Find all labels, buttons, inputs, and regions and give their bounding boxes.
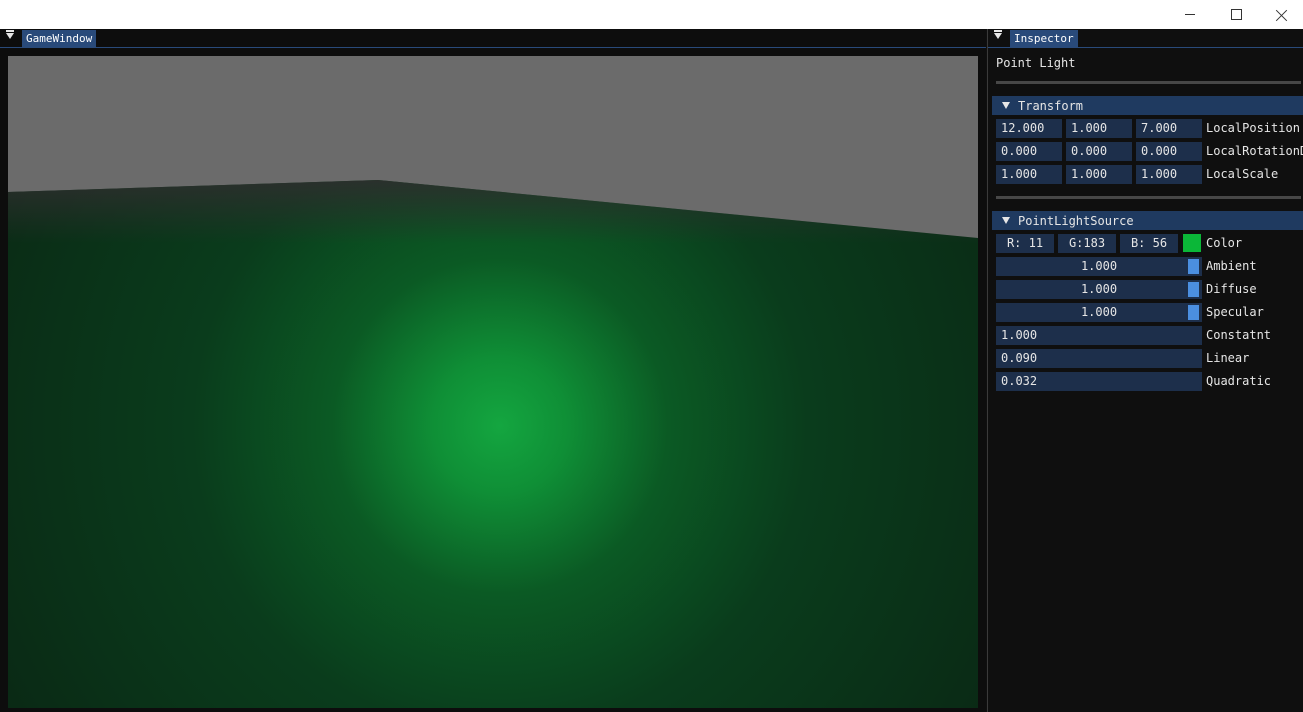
quadratic-label: Quadratic (1206, 374, 1272, 388)
minimize-icon (1185, 14, 1195, 15)
color-label: Color (1206, 236, 1243, 250)
rotation-x-field[interactable]: 0.000 (996, 142, 1062, 161)
specular-slider[interactable]: 1.000 (996, 303, 1202, 322)
transform-header-label: Transform (1018, 98, 1084, 113)
linear-label: Linear (1206, 351, 1250, 365)
separator (996, 81, 1301, 84)
maximize-button[interactable] (1213, 0, 1259, 29)
point-light-section-header[interactable]: PointLightSource (992, 211, 1303, 230)
position-x-field[interactable]: 12.000 (996, 119, 1062, 138)
color-swatch[interactable] (1183, 234, 1201, 252)
rotation-label: LocalRotationD (1206, 144, 1303, 158)
separator (996, 196, 1301, 199)
game-window-tab[interactable]: GameWindow (22, 30, 97, 47)
color-g-field[interactable]: G:183 (1058, 234, 1116, 253)
specular-slider-grab[interactable] (1188, 305, 1199, 320)
diffuse-slider-grab[interactable] (1188, 282, 1199, 297)
point-light-header-label: PointLightSource (1018, 213, 1134, 228)
ambient-slider-grab[interactable] (1188, 259, 1199, 274)
scale-x-field[interactable]: 1.000 (996, 165, 1062, 184)
specular-label: Specular (1206, 305, 1264, 319)
scale-z-field[interactable]: 1.000 (1136, 165, 1202, 184)
close-button[interactable] (1259, 0, 1303, 29)
ground-edge-shade (8, 180, 978, 708)
color-b-field[interactable]: B: 56 (1120, 234, 1178, 253)
inspector-tab[interactable]: Inspector (1010, 30, 1078, 47)
position-y-field[interactable]: 1.000 (1066, 119, 1132, 138)
diffuse-value: 1.000 (1080, 282, 1118, 296)
window-menu-icon[interactable] (6, 30, 14, 39)
constant-label: Constatnt (1206, 328, 1272, 342)
diffuse-label: Diffuse (1206, 282, 1257, 296)
scale-y-field[interactable]: 1.000 (1066, 165, 1132, 184)
rotation-z-field[interactable]: 0.000 (1136, 142, 1202, 161)
game-window-header: GameWindow (0, 29, 986, 48)
object-name: Point Light (996, 56, 1076, 70)
inspector-header: Inspector (988, 29, 1303, 48)
close-icon (1276, 9, 1288, 21)
diffuse-slider[interactable]: 1.000 (996, 280, 1202, 299)
window-titlebar (0, 0, 1303, 29)
ambient-slider[interactable]: 1.000 (996, 257, 1202, 276)
specular-value: 1.000 (1080, 305, 1118, 319)
rotation-y-field[interactable]: 0.000 (1066, 142, 1132, 161)
maximize-icon (1230, 9, 1242, 20)
constant-field[interactable]: 1.000 (996, 326, 1202, 345)
ambient-label: Ambient (1206, 259, 1257, 273)
ambient-value: 1.000 (1080, 259, 1118, 273)
collapse-triangle-icon (1002, 102, 1010, 109)
color-r-field[interactable]: R: 11 (996, 234, 1054, 253)
inspector-panel: Inspector Point Light Transform 12.000 1… (987, 29, 1303, 712)
position-label: LocalPosition (1206, 121, 1300, 135)
minimize-button[interactable] (1167, 0, 1213, 29)
scene-render (8, 56, 978, 708)
quadratic-field[interactable]: 0.032 (996, 372, 1202, 391)
collapse-triangle-icon (1002, 217, 1010, 224)
linear-field[interactable]: 0.090 (996, 349, 1202, 368)
position-z-field[interactable]: 7.000 (1136, 119, 1202, 138)
game-window-panel: GameWindow (0, 29, 986, 712)
window-menu-icon[interactable] (994, 30, 1002, 39)
game-viewport[interactable] (8, 56, 978, 708)
transform-section-header[interactable]: Transform (992, 96, 1303, 115)
scale-label: LocalScale (1206, 167, 1279, 181)
